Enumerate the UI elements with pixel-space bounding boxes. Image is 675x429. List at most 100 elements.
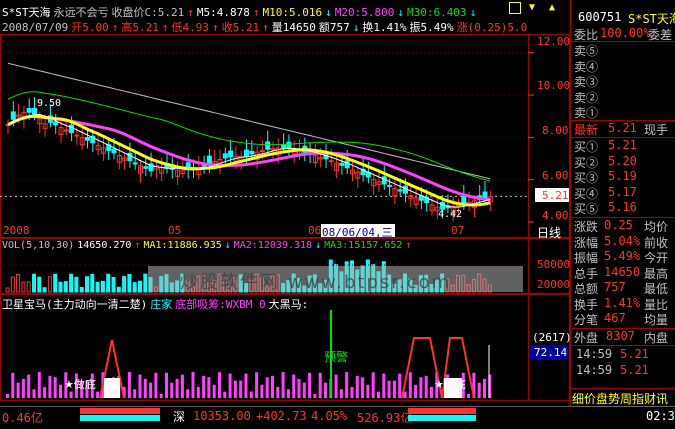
status-pct: 4.05% (311, 409, 348, 423)
tick-price: 5.21 (620, 347, 649, 361)
info-tabs[interactable]: 细价盘势周指财讯 (572, 390, 674, 407)
indicator-bar (419, 377, 423, 398)
volume-bar (26, 281, 31, 293)
date-label: 06 (308, 224, 322, 237)
candle-body (228, 150, 234, 158)
bid-row-price: 5.17 (608, 184, 637, 199)
ma30-line (7, 91, 491, 182)
bid-row-price: 5.16 (608, 200, 637, 214)
indicator-bar (483, 378, 486, 398)
volume-bar (85, 276, 89, 293)
ask-row: 卖① (572, 104, 675, 120)
candle-body (328, 160, 334, 163)
volume-field: MA2:12039.318 (233, 240, 313, 251)
indicator-bar (127, 372, 131, 398)
indicator-field: 大黑马: (268, 298, 309, 311)
candle-body (397, 189, 403, 192)
volume-bar (74, 276, 79, 293)
indicator-bar (69, 391, 73, 398)
indicator-bar (318, 372, 322, 398)
candle-body (344, 160, 350, 169)
indicator-bar (276, 386, 280, 398)
order-ratio-row: 委比 100.00% 委差 (572, 26, 675, 42)
indicator-bar (313, 393, 317, 398)
bid-row-label: 买⑤ (574, 202, 599, 216)
indicator-bar (165, 372, 168, 398)
quote-v1: 0.25 (604, 218, 633, 232)
quote-l2: 均价 (644, 220, 669, 234)
indicator-bar (324, 382, 327, 398)
volume-axis-label: 50000 (537, 258, 571, 271)
volume-bar (58, 281, 63, 293)
volume-bar (10, 276, 15, 293)
indicator-bar (392, 380, 396, 398)
ask-row: 卖③ (572, 73, 675, 89)
stock-name: S*ST天海 (628, 12, 675, 26)
volume-field: ↓ (224, 240, 231, 251)
indicator-bar (212, 384, 216, 398)
bid-row: 买① 5.21 (572, 138, 675, 154)
indicator-axis-b: 72.14 (534, 346, 568, 359)
candle-body (461, 195, 467, 205)
indicator-bar (387, 380, 391, 398)
tick-time: 14:59 (576, 363, 613, 377)
indicator-bar (308, 372, 312, 398)
indicator-field: 底部吸筹:WXBM 0 (175, 298, 266, 311)
inner-label: 内盘 (644, 331, 669, 345)
bid-row-label: 买③ (574, 171, 599, 185)
ask-row: 卖② (572, 89, 675, 105)
period-label[interactable]: 日线 (537, 224, 561, 241)
status-market[interactable]: 深 (173, 408, 185, 425)
volume-bar (143, 273, 148, 293)
indicator-bar (292, 374, 296, 398)
outer-label: 外盘 (574, 331, 599, 345)
quote-l2: 今开 (644, 251, 669, 265)
status-left-bars2 (80, 415, 160, 421)
indicator-bar (424, 375, 428, 398)
indicator-bar (143, 378, 147, 398)
indicator-block (104, 378, 120, 398)
quote-row: 分笔 467 均量 (572, 311, 675, 327)
indicator-bar (37, 372, 41, 398)
status-right-bars2 (408, 415, 476, 421)
ma-long-line (7, 62, 491, 180)
indicator-bar (32, 389, 36, 398)
warning-label: 预警 (324, 350, 349, 364)
volume-bar (32, 273, 36, 293)
ratio-value: 100.00% (600, 26, 651, 40)
quote-l2: 量比 (644, 297, 669, 312)
candle-body (244, 149, 249, 158)
candle-body (339, 162, 345, 166)
indicator-bar (159, 393, 163, 398)
quote-row: 总手 14650 最高 (572, 265, 675, 281)
volume-bar (116, 286, 121, 293)
info-tabs-bar[interactable]: 细价盘势周指财讯 (571, 388, 675, 407)
candle-body (222, 153, 228, 159)
quote-v1: 14650 (604, 264, 641, 279)
indicator-bar (170, 382, 174, 398)
volume-field: MA3:15157.652 (324, 240, 403, 251)
bottom-label-1: ★做底 (64, 378, 96, 391)
bottom-label-2: ★做底 (434, 378, 466, 391)
indicator-field: 卫星宝马(主力动向一清二楚) (2, 298, 148, 311)
ask-row-label: 卖③ (574, 75, 599, 89)
tick-price: 5.21 (620, 363, 649, 377)
volume-bar (37, 276, 42, 293)
indicator-bar (244, 373, 248, 398)
status-change: +402.73 (256, 409, 307, 423)
indicator-bar (339, 389, 343, 398)
indicator-bar (11, 372, 15, 398)
quote-row: 换手 1.41% 量比 (572, 296, 675, 312)
quote-row: 总额 757 最低 (572, 280, 675, 296)
volume-bar (138, 280, 142, 293)
quote-row: 涨幅 5.04% 前收 (572, 234, 675, 250)
indicator-bar (59, 384, 62, 398)
indicator-bar (371, 372, 375, 398)
indicator-bar (255, 372, 259, 398)
indicator-bar (377, 391, 380, 398)
volume-field: 14650.270 (77, 240, 132, 251)
quote-l1: 涨幅 (574, 235, 599, 250)
last-value: 5.21 (608, 121, 637, 135)
bid-row: 买④ 5.17 (572, 185, 675, 201)
indicator-bar (48, 375, 52, 398)
